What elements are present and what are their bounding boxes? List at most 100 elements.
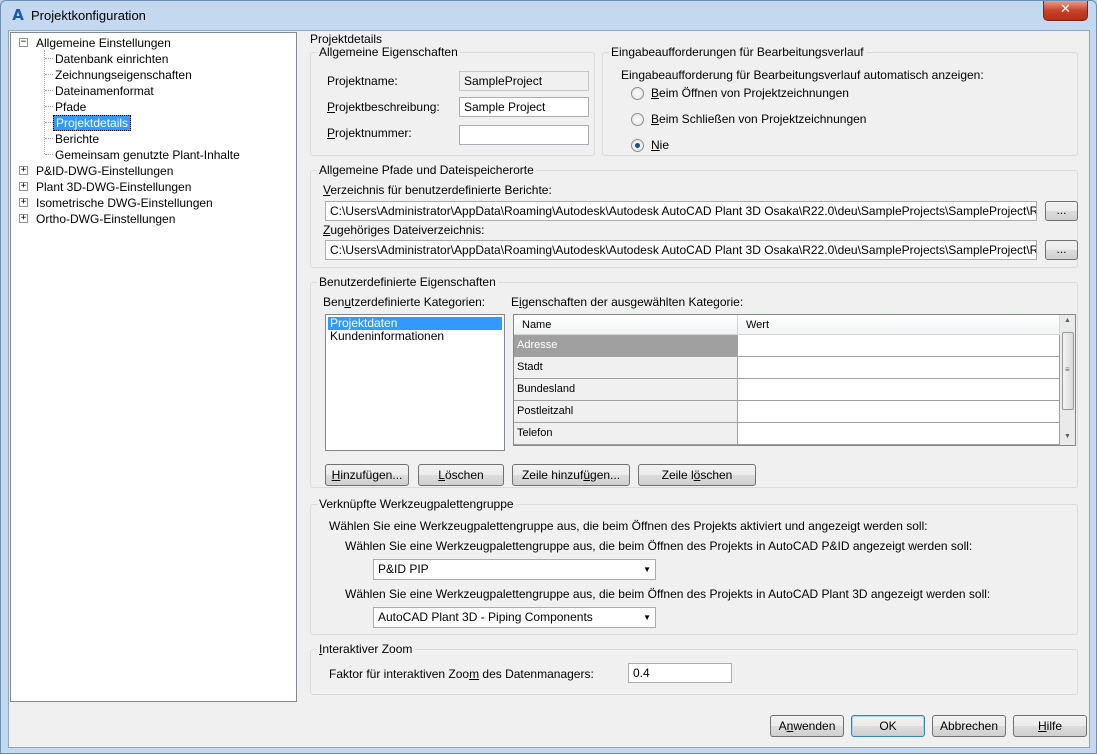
properties-grid[interactable]: Name Wert Adresse Stadt Bundesland Postl… xyxy=(513,314,1076,446)
category-properties-label: Eigenschaften der ausgewählten Kategorie… xyxy=(511,295,743,309)
window-title: Projektkonfiguration xyxy=(31,8,146,23)
chevron-down-icon[interactable]: ▼ xyxy=(643,560,651,579)
expand-icon[interactable]: + xyxy=(19,214,28,223)
radio-never[interactable] xyxy=(631,139,644,152)
group-title: Interaktiver Zoom xyxy=(317,643,415,656)
radio-on-open-label[interactable]: Beim Öffnen von Projektzeichnungen xyxy=(651,86,849,100)
tree-connector xyxy=(45,154,53,155)
label-text: E xyxy=(511,295,520,309)
grid-row-name[interactable]: Bundesland xyxy=(514,379,738,401)
label-text: erzeichnis für benutzerdefinierte Berich… xyxy=(330,183,552,197)
browse-related-button[interactable]: ... xyxy=(1045,240,1078,260)
expand-icon[interactable]: + xyxy=(19,166,28,175)
tree-item-shared-content[interactable]: Gemeinsam genutzte Plant-Inhalte xyxy=(55,147,240,163)
add-row-button[interactable]: Zeile hinzufügen... xyxy=(512,464,630,486)
close-button[interactable]: ✕ xyxy=(1043,1,1088,21)
group-title: Eingabeaufforderungen für Bearbeitungsve… xyxy=(609,45,866,59)
grid-row-value[interactable] xyxy=(738,379,1060,401)
button-text: A xyxy=(778,719,787,733)
button-text: ilfe xyxy=(1046,719,1062,733)
radio-never-label[interactable]: Nie xyxy=(651,138,669,152)
delete-category-button[interactable]: Löschen xyxy=(418,464,504,486)
grid-row-name[interactable]: Adresse xyxy=(514,335,738,357)
mnemonic: N xyxy=(651,138,660,152)
grid-row-value[interactable] xyxy=(738,335,1060,357)
dialog-window: A Projektkonfiguration ✕ − Allgemeine Ei… xyxy=(0,0,1097,754)
radio-on-close-label[interactable]: Beim Schließen von Projektzeichnungen xyxy=(651,112,866,126)
mnemonic: L xyxy=(438,468,445,482)
grid-row-name[interactable]: Telefon xyxy=(514,423,738,445)
category-item[interactable]: Kundeninformationen xyxy=(328,330,502,343)
radio-on-open[interactable] xyxy=(631,87,644,100)
grip-icon: ≡ xyxy=(1065,365,1070,374)
grid-row-value[interactable] xyxy=(738,357,1060,379)
scroll-down-icon[interactable]: ▼ xyxy=(1064,433,1071,440)
button-text: inzufügen... xyxy=(340,468,403,482)
collapse-icon[interactable]: − xyxy=(19,38,28,47)
button-text: öschen xyxy=(444,468,484,482)
grid-row-value[interactable] xyxy=(738,423,1060,445)
tree-connector xyxy=(45,106,53,107)
tree-item-reports[interactable]: Berichte xyxy=(55,131,99,147)
add-category-button[interactable]: Hinzufügen... xyxy=(325,464,409,486)
reports-dir-label: Verzeichnis für benutzerdefinierte Beric… xyxy=(323,183,552,197)
label-text: eim Öffnen von Projektzeichnungen xyxy=(659,86,849,100)
tree-item-label: Projektdetails xyxy=(53,115,132,131)
help-button[interactable]: Hilfe xyxy=(1013,715,1087,737)
palette-intro: Wählen Sie eine Werkzeugpalettengruppe a… xyxy=(329,519,928,533)
tree-item-database[interactable]: Datenbank einrichten xyxy=(55,51,168,67)
cancel-button[interactable]: Abbrechen xyxy=(932,715,1006,737)
related-dir-label: Zugehöriges Dateiverzeichnis: xyxy=(323,223,484,237)
tree-item-project-details[interactable]: Projektdetails xyxy=(53,115,132,131)
plant3d-palette-label: Wählen Sie eine Werkzeugpalettengruppe a… xyxy=(345,587,991,601)
mnemonic: H xyxy=(331,468,341,482)
group-title: Benutzerdefinierte Eigenschaften xyxy=(317,275,498,289)
grid-scrollbar[interactable]: ▲ ≡ ▼ xyxy=(1060,315,1075,445)
general-properties-group: Allgemeine Eigenschaften Projektname: Sa… xyxy=(310,46,595,156)
related-dir-field[interactable]: C:\Users\Administrator\AppData\Roaming\A… xyxy=(325,240,1037,260)
grid-row-name[interactable]: Postleitzahl xyxy=(514,401,738,423)
settings-tree[interactable]: − Allgemeine Einstellungen Datenbank ein… xyxy=(10,32,297,702)
apply-button[interactable]: Anwenden xyxy=(770,715,844,737)
content-panel: Projektdetails Allgemeine Eigenschaften … xyxy=(302,31,1088,703)
selected-value: AutoCAD Plant 3D - Piping Components xyxy=(378,610,593,624)
label-text: genschaften der ausgewählten Kategorie: xyxy=(521,295,744,309)
project-description-field[interactable]: Sample Project xyxy=(459,97,589,117)
group-title: Allgemeine Eigenschaften xyxy=(317,45,460,59)
pid-palette-select[interactable]: P&ID PIP ▼ xyxy=(373,559,656,580)
ok-button[interactable]: OK xyxy=(851,715,925,737)
mnemonic: B xyxy=(651,86,660,100)
radio-on-close[interactable] xyxy=(631,113,644,126)
delete-row-button[interactable]: Zeile löschen xyxy=(638,464,756,486)
project-name-field: SampleProject xyxy=(459,71,589,91)
tree-item-paths[interactable]: Pfade xyxy=(55,99,86,115)
group-title: Verknüpfte Werkzeugpalettengruppe xyxy=(317,497,516,511)
expand-icon[interactable]: + xyxy=(19,182,28,191)
expand-icon[interactable]: + xyxy=(19,198,28,207)
browse-reports-button[interactable]: ... xyxy=(1045,201,1078,221)
column-header-name[interactable]: Name xyxy=(514,315,738,335)
tree-item-filename-format[interactable]: Dateinamenformat xyxy=(55,83,154,99)
tree-item-drawing-properties[interactable]: Zeichnungseigenschaften xyxy=(55,67,192,83)
plant3d-palette-select[interactable]: AutoCAD Plant 3D - Piping Components ▼ xyxy=(373,607,656,628)
interactive-zoom-group: Interaktiver Zoom Faktor für interaktive… xyxy=(310,643,1078,695)
column-header-value[interactable]: Wert xyxy=(738,315,1060,335)
scroll-thumb[interactable]: ≡ xyxy=(1062,332,1074,410)
label-text: rojektnummer: xyxy=(335,126,412,140)
project-number-field[interactable] xyxy=(459,125,589,145)
project-description-label: Projektbeschreibung: xyxy=(327,100,440,114)
reports-dir-field[interactable]: C:\Users\Administrator\AppData\Roaming\A… xyxy=(325,201,1037,221)
section-title: Projektdetails xyxy=(310,32,383,46)
title-bar[interactable]: A Projektkonfiguration ✕ xyxy=(1,1,1096,31)
grid-row-value[interactable] xyxy=(738,401,1060,423)
categories-list[interactable]: Projektdaten Kundeninformationen xyxy=(325,314,505,451)
zoom-factor-field[interactable]: 0.4 xyxy=(628,663,732,683)
tree-node-label: Plant 3D-DWG-Einstellungen xyxy=(36,180,192,194)
selected-value: P&ID PIP xyxy=(378,562,429,576)
button-text: gen... xyxy=(590,468,621,482)
label-text: des Datenmanagers: xyxy=(479,667,594,681)
grid-row-name[interactable]: Stadt xyxy=(514,357,738,379)
scroll-up-icon[interactable]: ▲ xyxy=(1064,317,1071,324)
chevron-down-icon[interactable]: ▼ xyxy=(643,608,651,627)
button-text: Zeile l xyxy=(661,468,694,482)
